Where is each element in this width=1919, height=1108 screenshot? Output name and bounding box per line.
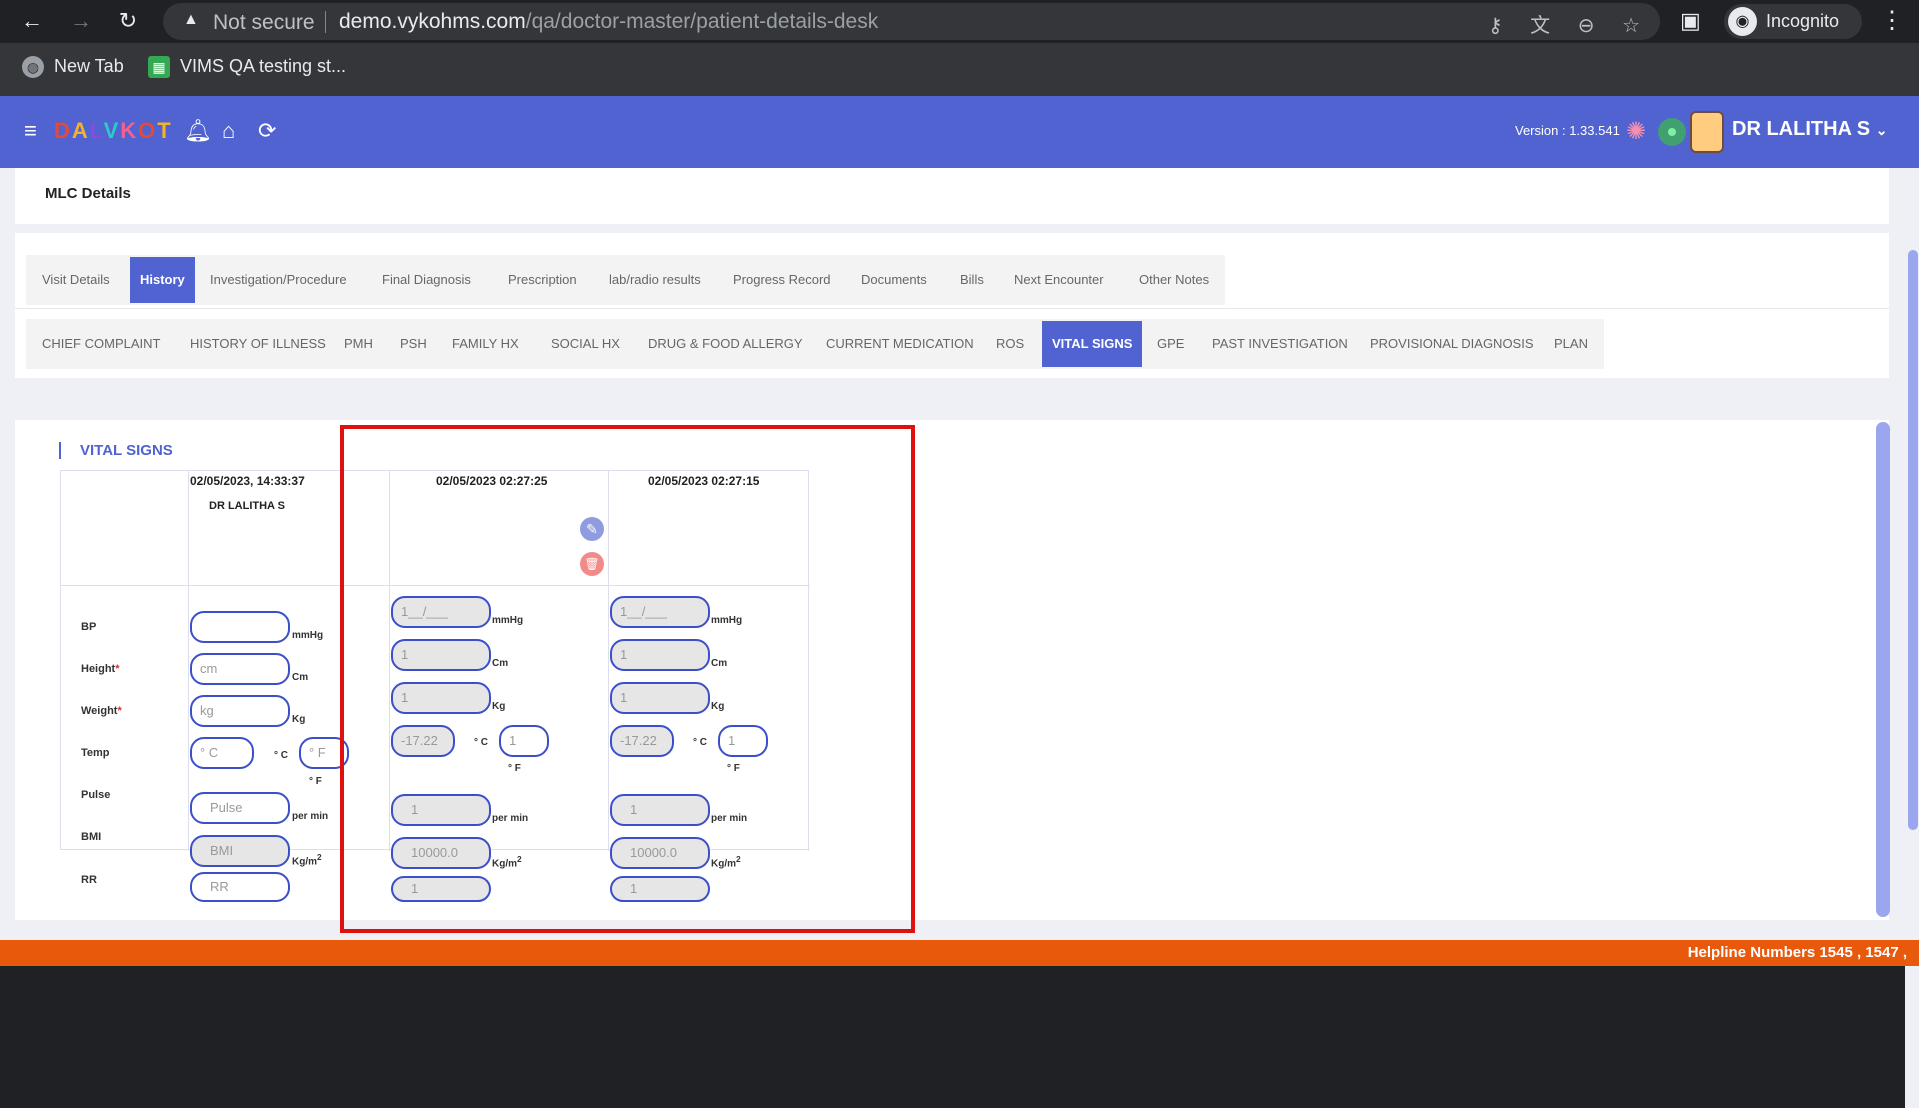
tab-next-encounter[interactable]: Next Encounter [1004,255,1114,305]
bookmark-vims-qa[interactable]: ▦ VIMS QA testing st... [148,56,346,79]
zoom-icon[interactable]: ⊖ [1578,15,1595,37]
tab-prescription[interactable]: Prescription [498,255,587,305]
unit-per-min: per min [292,811,329,822]
temp-c-input[interactable]: ° C [190,737,254,769]
app-header: ≡ DALVKOT 🔔︎ ⌂ ⟳ Version : 1.33.541 ✺ DR… [0,96,1919,168]
tab-bills[interactable]: Bills [950,255,994,305]
side-panel-icon[interactable]: ▣ [1680,8,1701,34]
security-label: Not secure [213,11,315,34]
label-bp: BP [81,621,97,633]
label-temp: Temp [81,747,110,759]
tab-past-investigation[interactable]: PAST INVESTIGATION [1202,319,1358,369]
unit-bmi: Kg/m2 [292,852,322,868]
tab-investigation-procedure[interactable]: Investigation/Procedure [200,255,357,305]
highlight-box [340,425,915,933]
mlc-title: MLC Details [45,185,131,202]
reload-icon[interactable]: ↻ [113,6,143,36]
tab-lab-radio-results[interactable]: lab/radio results [599,255,711,305]
tab-provisional-diagnosis[interactable]: PROVISIONAL DIAGNOSIS [1360,319,1544,369]
sheet-icon: ▦ [148,56,170,79]
browser-toolbar: ← → ↻ ▲ Not secure demo.vykohms.com/qa/d… [0,0,1919,43]
incognito-badge[interactable]: ◉ Incognito [1724,4,1862,39]
incognito-label: Incognito [1766,11,1840,31]
unit-mmhg: mmHg [292,630,324,641]
tab-ros[interactable]: ROS [986,319,1034,369]
tab-visit-details[interactable]: Visit Details [32,255,120,305]
main-tabs: Visit Details History Investigation/Proc… [26,255,1225,305]
chevron-down-icon: ⌄ [1875,122,1888,138]
pulse-input[interactable]: Pulse [190,792,290,824]
column-divider [188,471,189,851]
hamburger-icon[interactable]: ≡ [24,118,37,144]
tab-history[interactable]: History [130,257,195,303]
label-rr: RR [81,874,97,886]
rr-input[interactable]: RR [190,872,290,902]
tab-current-medication[interactable]: CURRENT MEDICATION [816,319,984,369]
new-entry-doctor: DR LALITHA S [209,500,285,512]
page-body: MLC Details Visit Details History Invest… [0,168,1919,1108]
key-icon[interactable]: ⚷ [1488,15,1503,37]
page-scrollbar-thumb[interactable] [1908,250,1918,830]
weight-input[interactable]: kg [190,695,290,727]
refresh-icon[interactable]: ⟳ [258,118,276,144]
bookmarks-bar: ◍ New Tab ▦ VIMS QA testing st... [0,43,1919,96]
footer-bar: Helpline Numbers 1545 , 1547 , [0,940,1919,966]
tab-pmh[interactable]: PMH [334,319,383,369]
unit-fahrenheit: ° F [309,776,322,787]
tab-gpe[interactable]: GPE [1147,319,1194,369]
brain-icon[interactable]: ✺ [1626,117,1646,146]
menu-icon[interactable]: ⋮ [1880,6,1904,35]
tab-plan[interactable]: PLAN [1544,319,1598,369]
height-input[interactable]: cm [190,653,290,685]
url-text[interactable]: demo.vykohms.com/qa/doctor-master/patien… [339,10,878,34]
tab-history-of-illness[interactable]: HISTORY OF ILLNESS [180,319,336,369]
status-indicator [1658,118,1686,146]
user-menu[interactable]: DR LALITHA S ⌄ [1732,118,1887,141]
tab-psh[interactable]: PSH [390,319,437,369]
bell-icon[interactable]: 🔔︎ [184,118,212,144]
new-entry-timestamp: 02/05/2023, 14:33:37 [190,474,305,488]
tab-documents[interactable]: Documents [851,255,937,305]
tab-other-notes[interactable]: Other Notes [1129,255,1219,305]
star-icon[interactable]: ☆ [1622,15,1640,37]
tab-social-hx[interactable]: SOCIAL HX [541,319,630,369]
mlc-card: MLC Details [15,168,1889,224]
vital-signs-card: VITAL SIGNS 02/05/2023, 14:33:37 DR LALI… [15,420,1889,920]
tab-vital-signs[interactable]: VITAL SIGNS [1042,321,1143,367]
tab-family-hx[interactable]: FAMILY HX [442,319,529,369]
warning-icon: ▲ [183,11,199,28]
bp-input[interactable] [190,611,290,643]
history-tabs: CHIEF COMPLAINT HISTORY OF ILLNESS PMH P… [26,319,1604,369]
tab-drug-food-allergy[interactable]: DRUG & FOOD ALLERGY [638,319,813,369]
unit-cm: Cm [292,672,309,683]
home-icon[interactable]: ⌂ [222,118,235,144]
tab-final-diagnosis[interactable]: Final Diagnosis [372,255,481,305]
vital-signs-title: VITAL SIGNS [59,442,173,459]
helpline-text: Helpline Numbers 1545 , 1547 , [1687,944,1907,961]
unit-kg: Kg [292,714,306,725]
divider [325,11,326,33]
tab-progress-record[interactable]: Progress Record [723,255,841,305]
history-tabs-card: CHIEF COMPLAINT HISTORY OF ILLNESS PMH P… [15,308,1889,378]
card-scrollbar-thumb[interactable] [1876,422,1890,917]
forward-icon[interactable]: → [66,6,96,36]
avatar[interactable] [1690,111,1724,153]
incognito-icon: ◉ [1728,7,1757,36]
translate-icon[interactable]: 文 [1530,15,1550,37]
label-bmi: BMI [81,831,102,843]
unit-celsius: ° C [274,750,288,761]
version-label: Version : 1.33.541 [1515,123,1620,138]
label-weight: Weight* [81,705,122,717]
bookmark-new-tab[interactable]: ◍ New Tab [22,56,124,79]
label-height: Height* [81,663,120,675]
tab-chief-complaint[interactable]: CHIEF COMPLAINT [32,319,170,369]
main-tabs-card: Visit Details History Investigation/Proc… [15,233,1889,308]
omnibox-actions: ⚷ 文 ⊖ ☆ [1466,9,1640,38]
back-icon[interactable]: ← [17,6,47,36]
bmi-input: BMI [190,835,290,867]
label-pulse: Pulse [81,789,111,801]
app-logo: DALVKOT [54,118,173,143]
address-bar[interactable]: ▲ Not secure demo.vykohms.com/qa/doctor-… [163,3,1660,40]
globe-icon: ◍ [22,56,44,79]
